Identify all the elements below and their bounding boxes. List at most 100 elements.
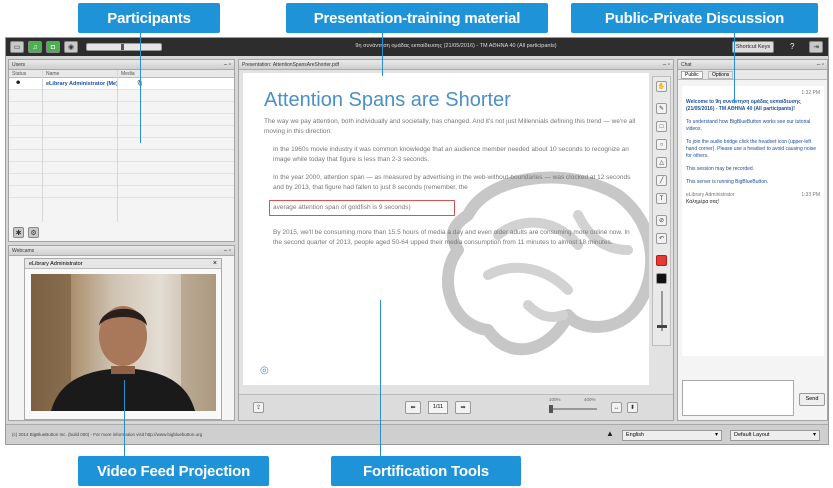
presentation-panel: Presentation: ΑttentionSpansAreShorter.p… <box>238 59 674 421</box>
tab-public[interactable]: Public <box>681 71 703 79</box>
shortcut-keys-button[interactable]: Shortcut Keys <box>732 41 774 53</box>
copyright-text: (c) 2014 BigBlueButton Inc. (build 000) … <box>12 432 203 437</box>
users-col-divider <box>117 70 118 222</box>
webcam-icon[interactable]: ◘ <box>46 41 60 53</box>
send-button[interactable]: Send <box>799 393 825 406</box>
connector-participants <box>140 33 141 143</box>
webcams-panel: Webcams – ▫ eLibrary Administrator × <box>8 245 235 421</box>
chat-recorded: This session may be recorded. <box>686 166 755 172</box>
slide-bullet: In the year 2000, attention span — as me… <box>273 174 631 191</box>
zoom-max-label: 400% <box>584 397 596 402</box>
layout-select[interactable]: Default Layout ▾ <box>730 430 820 441</box>
settings-icon[interactable]: ✱ <box>13 227 24 238</box>
undo-icon[interactable]: ↶ <box>656 233 667 244</box>
gear-icon[interactable]: ⚙ <box>28 227 39 238</box>
hand-icon[interactable]: ✋ <box>656 81 667 92</box>
user-status-icon: ☻ <box>15 80 22 86</box>
callout-video: Video Feed Projection <box>78 456 269 486</box>
connector-discussion <box>734 33 735 103</box>
next-slide-button[interactable]: ➡ <box>455 401 471 414</box>
minimize-icon[interactable]: – ▫ <box>224 246 231 256</box>
headset-icon[interactable]: ♫ <box>28 41 42 53</box>
page-indicator[interactable]: 1/11 <box>428 401 448 414</box>
meeting-title: 9η συνάντηση ομάδας εκπαίδευσης (21/05/2… <box>355 43 557 49</box>
callout-discussion: Public-Private Discussion <box>571 3 818 33</box>
help-button[interactable]: ? <box>790 42 794 51</box>
clear-icon[interactable]: ⊘ <box>656 215 667 226</box>
video-window: eLibrary Administrator × <box>24 258 222 420</box>
volume-knob[interactable] <box>121 44 124 50</box>
line-icon[interactable]: ╱ <box>656 175 667 186</box>
presentation-title: Presentation: ΑttentionSpansAreShorter.p… <box>242 62 340 68</box>
col-name: Name <box>46 71 60 77</box>
top-bar: ▭ ♫ ◘ ◉ 9η συνάντηση ομάδας εκπαίδευσης … <box>6 38 828 56</box>
monitor-icon[interactable]: ▭ <box>10 41 24 53</box>
logout-icon[interactable]: ⇥ <box>809 41 823 53</box>
callout-participants: Participants <box>78 3 220 33</box>
chat-message: Καλημέρα σας! <box>686 199 720 205</box>
connector-tools <box>380 300 381 456</box>
users-panel-title: Users <box>12 62 26 68</box>
chat-time: 1:32 PM <box>801 90 820 96</box>
chat-input[interactable] <box>682 380 794 416</box>
users-panel: Users – ▫ Status Name Media ☻ eLibrary Ad… <box>8 59 235 242</box>
upload-icon[interactable]: ⇪ <box>253 402 264 413</box>
zoom-min-label: 100% <box>549 397 561 402</box>
chat-messages: 1:32 PM Welcome to 9η συνάντηση ομάδας ε… <box>682 86 824 356</box>
slide-title: Attention Spans are Shorter <box>264 89 511 111</box>
chat-running: This server is running BigBlueButton. <box>686 179 769 185</box>
col-media: Media <box>121 71 135 77</box>
chat-sender: eLibrary Administrator <box>686 192 735 198</box>
thickness-icon[interactable] <box>656 273 667 284</box>
fit-width-icon[interactable]: ↔ <box>611 402 622 413</box>
language-select[interactable]: English ▾ <box>622 430 722 441</box>
user-name: eLibrary Administrator (Me) <box>46 81 118 87</box>
connector-video <box>124 380 125 456</box>
close-icon[interactable]: × <box>213 259 217 269</box>
chat-panel-header: Chat – ▫ <box>678 60 827 70</box>
col-status: Status <box>12 71 27 77</box>
chat-time: 1:33 PM <box>801 192 820 198</box>
fit-page-icon[interactable]: ⬍ <box>627 402 638 413</box>
thickness-knob[interactable] <box>657 325 667 328</box>
triangle-icon[interactable]: △ <box>656 157 667 168</box>
webcams-panel-title: Webcams <box>12 248 35 254</box>
slide-intro: The way we pay attention, both individua… <box>264 118 636 135</box>
zoom-slider[interactable] <box>549 408 597 410</box>
minimize-icon[interactable]: – ▫ <box>817 60 824 70</box>
volume-slider[interactable] <box>86 43 162 51</box>
callout-presentation: Presentation-training material <box>286 3 548 33</box>
minimize-icon[interactable]: – ▫ <box>663 60 670 70</box>
chat-panel: Chat – ▫ Public Options 1:32 PM Welcome t… <box>677 59 828 421</box>
rectangle-icon[interactable]: □ <box>656 121 667 132</box>
chevron-down-icon: ▾ <box>714 432 718 438</box>
slide-bullet: In the 1960s movie industry it was commo… <box>273 146 629 163</box>
bigbluebutton-window: ▭ ♫ ◘ ◉ 9η συνάντηση ομάδας εκπαίδευσης … <box>5 37 829 445</box>
chat-audio: To join the audio bridge click the heads… <box>686 139 817 159</box>
chat-welcome: Welcome to 9η συνάντηση ομάδας εκπαίδευσ… <box>686 99 801 112</box>
previous-slide-button[interactable]: ⬅ <box>405 401 421 414</box>
chevron-down-icon: ▾ <box>812 432 816 438</box>
minimize-icon[interactable]: – ▫ <box>224 60 231 70</box>
pencil-icon[interactable]: ✎ <box>656 103 667 114</box>
record-icon[interactable]: ◉ <box>64 41 78 53</box>
webcams-panel-header: Webcams – ▫ <box>9 246 234 256</box>
circle-icon[interactable]: ○ <box>656 139 667 150</box>
presentation-footer: ⇪ ⬅ 1/11 ➡ 100% 400% ↔ ⬍ <box>239 394 673 420</box>
slide-bullet-highlight: average attention span of goldfish is 9 … <box>269 200 455 216</box>
slide-bullet: By 2015, we'll be consuming more than 15… <box>273 229 630 246</box>
globe-icon: ◎ <box>260 365 269 376</box>
connector-presentation <box>382 33 383 76</box>
video-feed-label: eLibrary Administrator <box>29 261 83 267</box>
users-col-divider <box>42 70 43 222</box>
chat-tabs: Public Options <box>678 70 827 80</box>
text-icon[interactable]: T <box>656 193 667 204</box>
zoom-knob[interactable] <box>549 405 553 413</box>
status-bar: (c) 2014 BigBlueButton Inc. (build 000) … <box>6 424 828 444</box>
layout-value: Default Layout <box>734 432 770 438</box>
whiteboard-toolbar: ✋ ✎ □ ○ △ ╱ T ⊘ ↶ <box>652 76 671 346</box>
users-panel-header: Users – ▫ <box>9 60 234 70</box>
color-picker[interactable] <box>656 255 667 266</box>
tab-options[interactable]: Options <box>708 71 734 79</box>
chat-title: Chat <box>681 62 692 68</box>
